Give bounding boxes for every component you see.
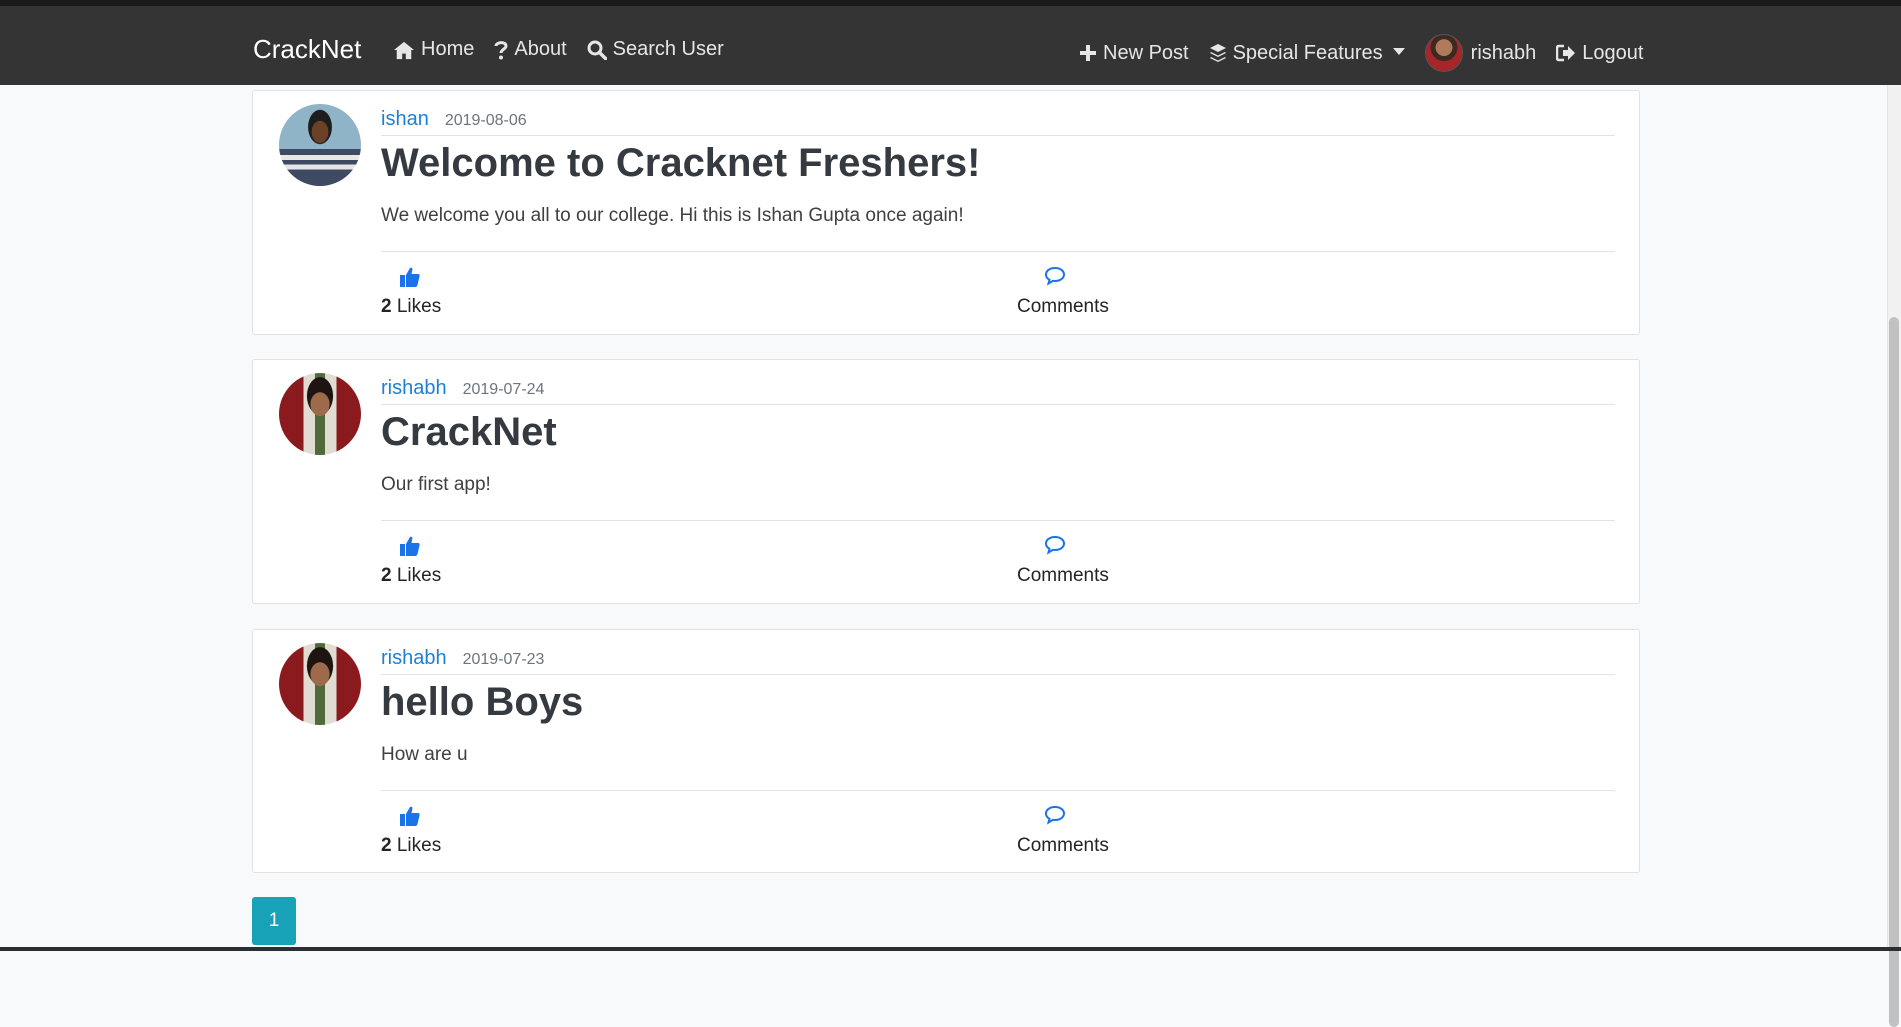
thumbs-up-icon xyxy=(399,535,421,557)
brand-logo[interactable]: CrackNet xyxy=(253,34,361,65)
nav-special-features-dropdown[interactable]: Special Features xyxy=(1209,42,1405,65)
author-link[interactable]: rishabh xyxy=(381,377,447,400)
nav-logout-label: Logout xyxy=(1582,42,1643,65)
nav-home[interactable]: Home xyxy=(393,38,474,61)
nav-username: rishabh xyxy=(1471,42,1537,65)
nav-new-post-label: New Post xyxy=(1103,42,1189,65)
post-content: How are u xyxy=(381,744,468,766)
nav-search-user-label: Search User xyxy=(613,38,724,61)
author-avatar[interactable] xyxy=(279,643,361,725)
pagination-page-button[interactable]: 1 xyxy=(252,897,296,945)
nav-home-label: Home xyxy=(421,38,474,61)
likes-label: Likes xyxy=(397,296,441,317)
post-meta: rishabh 2019-07-24 xyxy=(381,377,1615,405)
likes-count: 2 xyxy=(381,835,392,856)
comments-label: Comments xyxy=(1017,296,1109,318)
nav-about-label: About xyxy=(514,38,566,61)
likes-summary: 2 Likes xyxy=(381,835,441,857)
post-title[interactable]: Welcome to Cracknet Freshers! xyxy=(381,141,980,186)
comment-icon xyxy=(1044,266,1066,286)
post-title[interactable]: CrackNet xyxy=(381,410,557,455)
likes-label: Likes xyxy=(397,835,441,856)
thumbs-up-icon xyxy=(399,266,421,288)
likes-label: Likes xyxy=(397,565,441,586)
nav-special-features-label: Special Features xyxy=(1233,42,1383,65)
layers-icon xyxy=(1209,43,1227,63)
nav-new-post[interactable]: New Post xyxy=(1079,42,1189,65)
post-actions: 2 Likes Comments xyxy=(381,520,1615,590)
post-title[interactable]: hello Boys xyxy=(381,680,583,725)
author-avatar[interactable] xyxy=(279,373,361,455)
post-card: ishan 2019-08-06 Welcome to Cracknet Fre… xyxy=(252,90,1640,335)
nav-logout[interactable]: Logout xyxy=(1556,42,1643,65)
post-date: 2019-08-06 xyxy=(445,112,527,130)
nav-right-group: New Post Special Features rishabh Logout xyxy=(1079,34,1663,72)
nav-left-group: Home About Search User xyxy=(393,38,744,61)
page-scrollbar[interactable] xyxy=(1887,85,1901,951)
post-actions: 2 Likes Comments xyxy=(381,251,1615,321)
likes-summary: 2 Likes xyxy=(381,565,441,587)
comment-icon xyxy=(1044,535,1066,555)
thumbs-up-icon xyxy=(399,805,421,827)
home-icon xyxy=(393,40,415,60)
question-icon xyxy=(494,40,508,60)
post-content: We welcome you all to our college. Hi th… xyxy=(381,205,964,227)
post-content: Our first app! xyxy=(381,474,491,496)
author-link[interactable]: ishan xyxy=(381,108,429,131)
top-navbar: CrackNet Home About Search User xyxy=(0,6,1901,85)
post-date: 2019-07-23 xyxy=(463,651,545,669)
window-bottom-edge xyxy=(0,947,1901,951)
likes-count: 2 xyxy=(381,296,392,317)
author-avatar[interactable] xyxy=(279,104,361,186)
post-meta: rishabh 2019-07-23 xyxy=(381,647,1615,675)
post-card: rishabh 2019-07-24 CrackNet Our first ap… xyxy=(252,359,1640,604)
logout-icon xyxy=(1556,44,1576,62)
post-date: 2019-07-24 xyxy=(463,381,545,399)
comments-label: Comments xyxy=(1017,565,1109,587)
likes-summary: 2 Likes xyxy=(381,296,441,318)
search-icon xyxy=(587,40,607,60)
post-card: rishabh 2019-07-23 hello Boys How are u … xyxy=(252,629,1640,873)
post-actions: 2 Likes Comments xyxy=(381,790,1615,860)
nav-search-user[interactable]: Search User xyxy=(587,38,724,61)
post-meta: ishan 2019-08-06 xyxy=(381,108,1615,136)
nav-about[interactable]: About xyxy=(494,38,566,61)
likes-count: 2 xyxy=(381,565,392,586)
plus-icon xyxy=(1079,44,1097,62)
comments-label: Comments xyxy=(1017,835,1109,857)
avatar xyxy=(1425,34,1463,72)
nav-user-profile[interactable]: rishabh xyxy=(1425,34,1537,72)
comment-icon xyxy=(1044,805,1066,825)
scrollbar-thumb[interactable] xyxy=(1889,317,1899,1027)
chevron-down-icon xyxy=(1393,48,1405,55)
author-link[interactable]: rishabh xyxy=(381,647,447,670)
